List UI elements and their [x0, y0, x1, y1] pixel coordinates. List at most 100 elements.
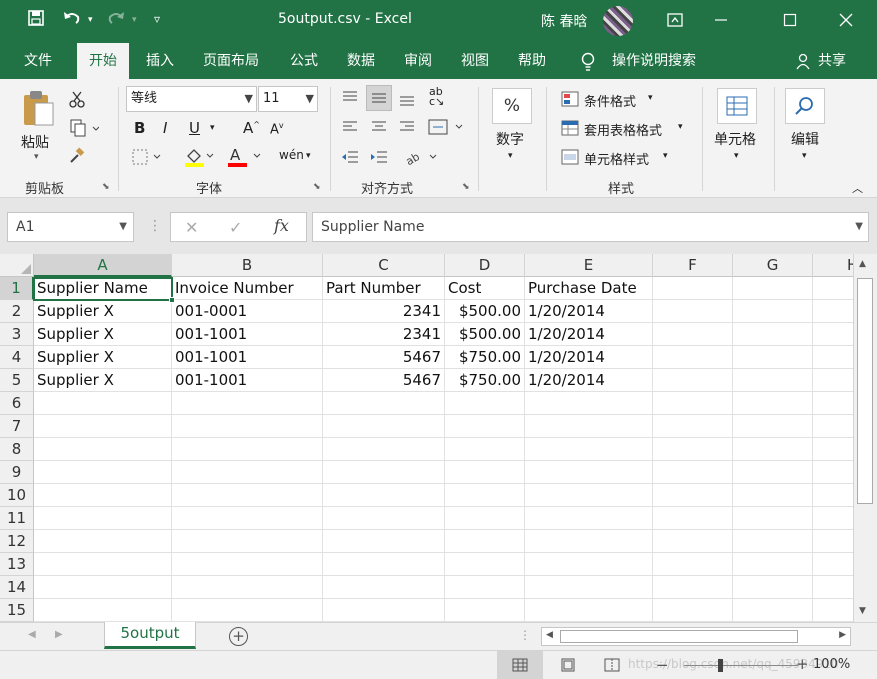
cell-a9[interactable] — [34, 461, 172, 484]
cell-h1[interactable] — [813, 277, 853, 300]
merge-center-icon[interactable] — [426, 117, 466, 137]
vertical-scrollbar[interactable]: ▲ ▼ — [853, 254, 877, 622]
cell-f9[interactable] — [653, 461, 733, 484]
align-bottom-icon[interactable] — [396, 89, 418, 109]
align-top-icon[interactable] — [339, 87, 361, 107]
lightbulb-icon[interactable] — [580, 52, 596, 76]
search-icon[interactable] — [785, 88, 825, 124]
borders-icon[interactable] — [130, 147, 164, 167]
zoom-out-icon[interactable]: − — [656, 656, 669, 674]
cell-h5[interactable] — [813, 369, 853, 392]
conditional-formatting-button[interactable]: 条件格式 — [584, 91, 636, 110]
italic-icon[interactable]: I — [163, 119, 167, 137]
cell-b13[interactable] — [172, 553, 323, 576]
cell-e7[interactable] — [525, 415, 653, 438]
cell-e1[interactable]: Purchase Date — [525, 277, 653, 300]
share-icon[interactable] — [796, 53, 812, 75]
underline-dropdown-icon[interactable]: ▾ — [210, 123, 215, 133]
cell-e8[interactable] — [525, 438, 653, 461]
row-header-4[interactable]: 4 — [0, 346, 34, 369]
cell-c6[interactable] — [323, 392, 445, 415]
cell-a15[interactable] — [34, 599, 172, 622]
cell-h12[interactable] — [813, 530, 853, 553]
tab-page-layout[interactable]: 页面布局 — [203, 43, 259, 79]
cell-f14[interactable] — [653, 576, 733, 599]
row-header-11[interactable]: 11 — [0, 507, 34, 530]
cell-a12[interactable] — [34, 530, 172, 553]
paste-icon[interactable] — [18, 87, 58, 131]
cell-e5[interactable]: 1/20/2014 — [525, 369, 653, 392]
orientation-icon[interactable]: ab — [404, 147, 440, 167]
cell-g12[interactable] — [733, 530, 813, 553]
cell-d6[interactable] — [445, 392, 525, 415]
column-header-e[interactable]: E — [525, 254, 653, 277]
tab-data[interactable]: 数据 — [347, 43, 375, 79]
cell-c12[interactable] — [323, 530, 445, 553]
cell-e3[interactable]: 1/20/2014 — [525, 323, 653, 346]
collapse-ribbon-icon[interactable]: ︿ — [852, 180, 863, 196]
phonetic-guide-icon[interactable]: wén — [279, 148, 304, 162]
chevron-down-icon[interactable]: ▼ — [306, 87, 314, 111]
cell-b6[interactable] — [172, 392, 323, 415]
cell-g4[interactable] — [733, 346, 813, 369]
cell-a13[interactable] — [34, 553, 172, 576]
fill-handle[interactable] — [169, 297, 175, 303]
cell-c5[interactable]: 5467 — [323, 369, 445, 392]
cell-f6[interactable] — [653, 392, 733, 415]
scroll-up-icon[interactable]: ▲ — [859, 259, 866, 269]
number-format-button[interactable]: 数字 — [496, 129, 524, 149]
row-header-12[interactable]: 12 — [0, 530, 34, 553]
fill-color-icon[interactable] — [182, 145, 216, 169]
copy-icon[interactable] — [66, 118, 102, 138]
cell-h4[interactable] — [813, 346, 853, 369]
column-header-h[interactable]: H — [813, 254, 853, 277]
customize-quick-access-icon[interactable]: ▿ — [154, 12, 160, 26]
cancel-icon[interactable]: ✕ — [185, 218, 198, 237]
insert-function-icon[interactable]: fx — [274, 216, 289, 235]
cell-a1[interactable]: Supplier Name — [34, 277, 172, 300]
cell-b2[interactable]: 001-0001 — [172, 300, 323, 323]
cell-g13[interactable] — [733, 553, 813, 576]
row-header-14[interactable]: 14 — [0, 576, 34, 599]
decrease-font-size-icon[interactable]: Av — [270, 121, 284, 137]
cell-h9[interactable] — [813, 461, 853, 484]
cell-f5[interactable] — [653, 369, 733, 392]
scroll-left-icon[interactable]: ◀ — [546, 630, 553, 640]
cell-e10[interactable] — [525, 484, 653, 507]
cell-b11[interactable] — [172, 507, 323, 530]
cell-d2[interactable]: $500.00 — [445, 300, 525, 323]
cell-e9[interactable] — [525, 461, 653, 484]
cell-c1[interactable]: Part Number — [323, 277, 445, 300]
enter-icon[interactable]: ✓ — [229, 218, 242, 237]
chevron-down-icon[interactable]: ▼ — [119, 213, 127, 241]
column-header-b[interactable]: B — [172, 254, 323, 277]
ribbon-display-options-icon[interactable] — [652, 0, 698, 40]
cell-c7[interactable] — [323, 415, 445, 438]
prev-sheet-icon[interactable]: ◀ — [28, 629, 36, 640]
horizontal-scrollbar[interactable]: ◀ ▶ — [541, 627, 851, 646]
cell-e14[interactable] — [525, 576, 653, 599]
cell-c8[interactable] — [323, 438, 445, 461]
h-scroll-thumb[interactable] — [560, 630, 798, 643]
column-header-d[interactable]: D — [445, 254, 525, 277]
tab-split-grip-icon[interactable]: ⋮ — [519, 628, 531, 642]
cell-c14[interactable] — [323, 576, 445, 599]
cell-a10[interactable] — [34, 484, 172, 507]
cell-c11[interactable] — [323, 507, 445, 530]
font-name-combo[interactable]: 等线 ▼ — [126, 86, 257, 112]
cell-c9[interactable] — [323, 461, 445, 484]
cell-b1[interactable]: Invoice Number — [172, 277, 323, 300]
name-box[interactable]: A1 ▼ — [7, 212, 134, 242]
cell-h8[interactable] — [813, 438, 853, 461]
cell-d12[interactable] — [445, 530, 525, 553]
cell-b9[interactable] — [172, 461, 323, 484]
cell-e11[interactable] — [525, 507, 653, 530]
row-header-9[interactable]: 9 — [0, 461, 34, 484]
row-header-6[interactable]: 6 — [0, 392, 34, 415]
cell-f3[interactable] — [653, 323, 733, 346]
cell-d13[interactable] — [445, 553, 525, 576]
cell-d1[interactable]: Cost — [445, 277, 525, 300]
tell-me-search[interactable]: 操作说明搜索 — [612, 43, 696, 79]
cell-g1[interactable] — [733, 277, 813, 300]
cell-f4[interactable] — [653, 346, 733, 369]
